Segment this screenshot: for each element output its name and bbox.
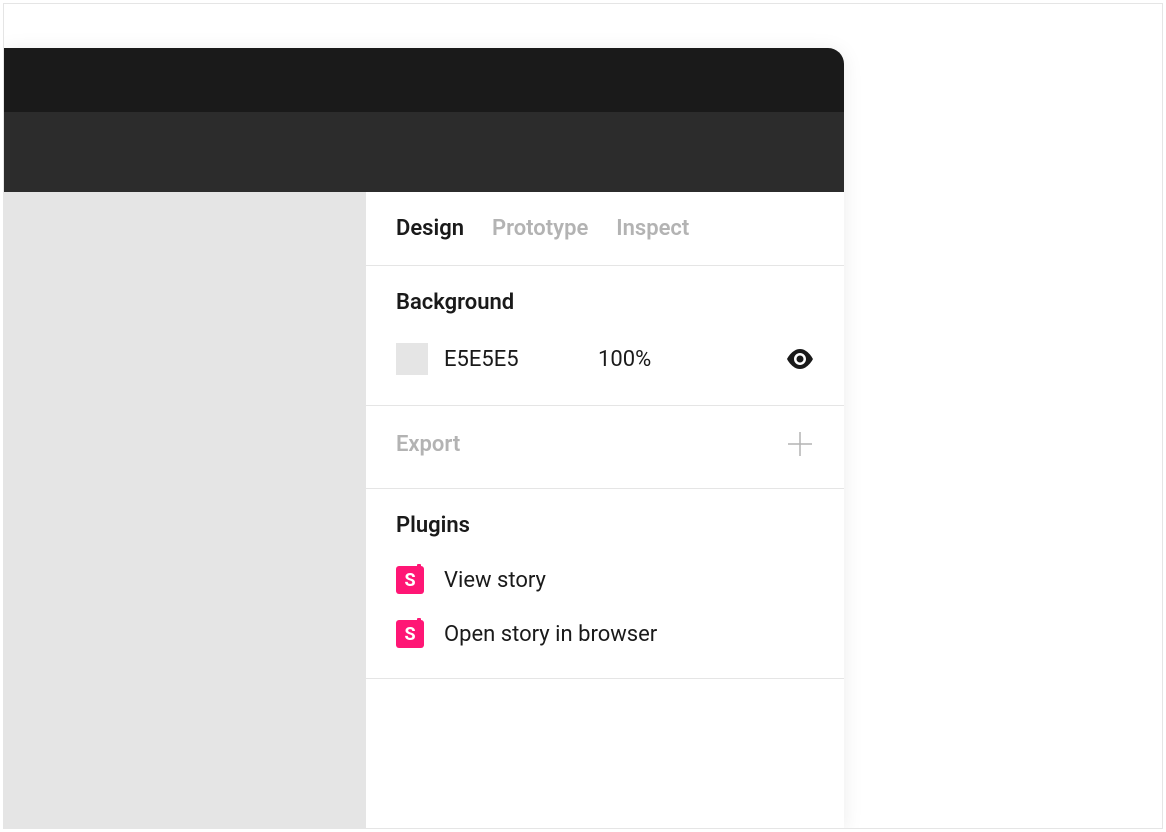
plugins-title: Plugins (396, 513, 814, 538)
plugin-label: Open story in browser (444, 622, 657, 647)
plugin-label: View story (444, 568, 546, 593)
opacity-value[interactable]: 100% (598, 347, 770, 372)
background-title: Background (396, 290, 814, 315)
plugins-section: Plugins S View story S Open story in bro… (366, 489, 844, 679)
export-title: Export (396, 432, 460, 457)
storybook-icon: S (396, 620, 424, 648)
hex-value[interactable]: E5E5E5 (444, 347, 544, 372)
plugin-list: S View story S Open story in browser (396, 566, 814, 648)
canvas[interactable] (4, 192, 366, 829)
add-export-button[interactable] (786, 430, 814, 458)
color-swatch[interactable] (396, 343, 428, 375)
export-section: Export (366, 406, 844, 489)
tab-design[interactable]: Design (396, 216, 464, 241)
app-window: Design Prototype Inspect Background E5E5… (4, 48, 844, 829)
right-panel: Design Prototype Inspect Background E5E5… (366, 192, 844, 829)
tab-inspect[interactable]: Inspect (616, 216, 689, 241)
background-row: E5E5E5 100% (396, 343, 814, 375)
eye-icon (786, 349, 814, 369)
export-header-row: Export (396, 430, 814, 458)
background-section: Background E5E5E5 100% (366, 266, 844, 406)
plus-icon (787, 431, 813, 457)
visibility-toggle-icon[interactable] (786, 345, 814, 373)
plugin-item-open-browser[interactable]: S Open story in browser (396, 620, 814, 648)
tab-prototype[interactable]: Prototype (492, 216, 588, 241)
window-titlebar (4, 48, 844, 112)
window-toolbar (4, 112, 844, 192)
content-area: Design Prototype Inspect Background E5E5… (4, 192, 844, 829)
app-frame: Design Prototype Inspect Background E5E5… (3, 3, 1163, 829)
panel-tabs: Design Prototype Inspect (366, 192, 844, 266)
plugin-item-view-story[interactable]: S View story (396, 566, 814, 594)
storybook-icon: S (396, 566, 424, 594)
